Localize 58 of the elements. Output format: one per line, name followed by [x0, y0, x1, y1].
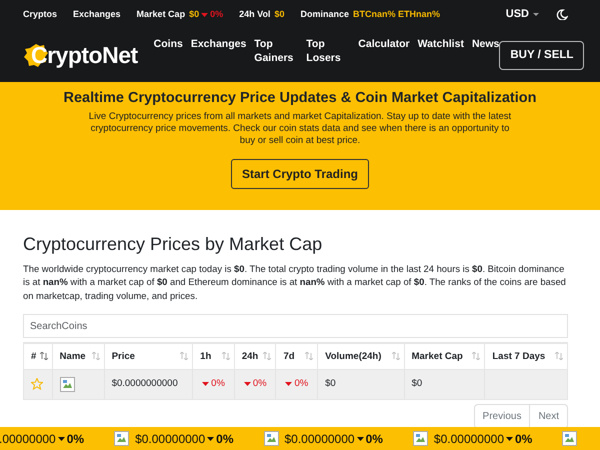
stat-value: $0: [189, 8, 200, 21]
change-text: 0%: [294, 377, 308, 392]
sort-icon: [180, 352, 188, 360]
ticker-price: $0.00000000: [135, 430, 206, 448]
ticker-price: $0.00000000: [284, 430, 355, 448]
hero-title: Realtime Cryptocurrency Price Updates & Coin Market Capitalization: [62, 90, 538, 108]
nav-link[interactable]: Top Gainers: [254, 38, 298, 65]
nav-link[interactable]: News: [472, 38, 500, 52]
nav-link[interactable]: Calculator: [358, 38, 410, 52]
sort-icon: [40, 352, 48, 360]
stat-value: BTCnan% ETHnan%: [352, 8, 440, 21]
stat-label: Dominance: [300, 8, 349, 21]
buy-sell-button[interactable]: BUY / SELL: [499, 40, 584, 70]
column-header[interactable]: Price: [112, 350, 135, 362]
column-header[interactable]: 7d: [283, 350, 295, 362]
stat-value: $0: [274, 8, 284, 21]
volume-text: $0: [325, 378, 336, 390]
sort-icon: [222, 352, 230, 360]
star-icon[interactable]: [31, 378, 43, 390]
hero-text: Live Cryptocurrency prices from all markets and market Capitalization. Stay up to date with the latest cryptocurrency price movements. Check our coin stats data and see when there is an opportunity to buy or sell coin at best price.: [88, 111, 512, 148]
sort-icon: [92, 352, 100, 360]
section-text: The worldwide cryptocurrency market cap today is $0. The total crypto trading volume in the last 24 hours is $0. Bitcoin dominance is at nan% with a market cap of $0 and Ethereum dominance is at nan% with a market cap of $0. The ranks of the coins are based on marketcap, trading volume, and prices.: [23, 262, 567, 302]
sort-icon: [555, 352, 563, 360]
change-text: 0%: [252, 377, 267, 392]
nav-link[interactable]: Watchlist: [418, 38, 464, 52]
caret-icon: [533, 13, 539, 16]
sort-icon: [472, 352, 480, 360]
nav-link[interactable]: Exchanges: [190, 38, 246, 52]
stat-label: 24h Vol: [239, 8, 270, 21]
section-title: Cryptocurrency Prices by Market Cap: [23, 234, 324, 256]
moon-icon[interactable]: [556, 9, 568, 20]
price-text: $0.0000000000: [112, 378, 178, 390]
column-header[interactable]: 1h: [200, 350, 212, 362]
stat-label: Market Cap: [136, 8, 186, 21]
start-trading-button[interactable]: Start Crypto Trading: [230, 159, 369, 190]
ticker-change: 0%: [366, 430, 383, 448]
top-link[interactable]: Exchanges: [73, 8, 121, 22]
ticker-change: 0%: [66, 430, 84, 448]
broken-image-icon: [60, 376, 75, 392]
sort-icon: [263, 352, 272, 360]
nav-link[interactable]: Top Losers: [306, 38, 350, 65]
market-cap-text: $0: [412, 378, 422, 390]
pagination-button[interactable]: Previous: [474, 404, 530, 429]
ticker-change: 0%: [515, 430, 532, 448]
sort-icon: [305, 352, 314, 360]
ticker-change: 0%: [216, 430, 234, 448]
column-header[interactable]: 24h: [242, 350, 258, 362]
top-link[interactable]: Cryptos: [23, 8, 58, 22]
stat-change: 0%: [210, 8, 224, 21]
change-text: 0%: [211, 377, 225, 392]
sort-icon: [392, 352, 400, 360]
currency-dropdown[interactable]: USD: [504, 5, 540, 24]
ticker-price: $0.00000000: [434, 430, 504, 448]
column-header[interactable]: #: [31, 350, 36, 362]
search-field[interactable]: SearchCoins: [23, 314, 568, 338]
ticker-price: .00000000: [0, 430, 56, 448]
nav-link[interactable]: Coins: [154, 38, 183, 52]
pagination-button[interactable]: Next: [530, 404, 568, 429]
